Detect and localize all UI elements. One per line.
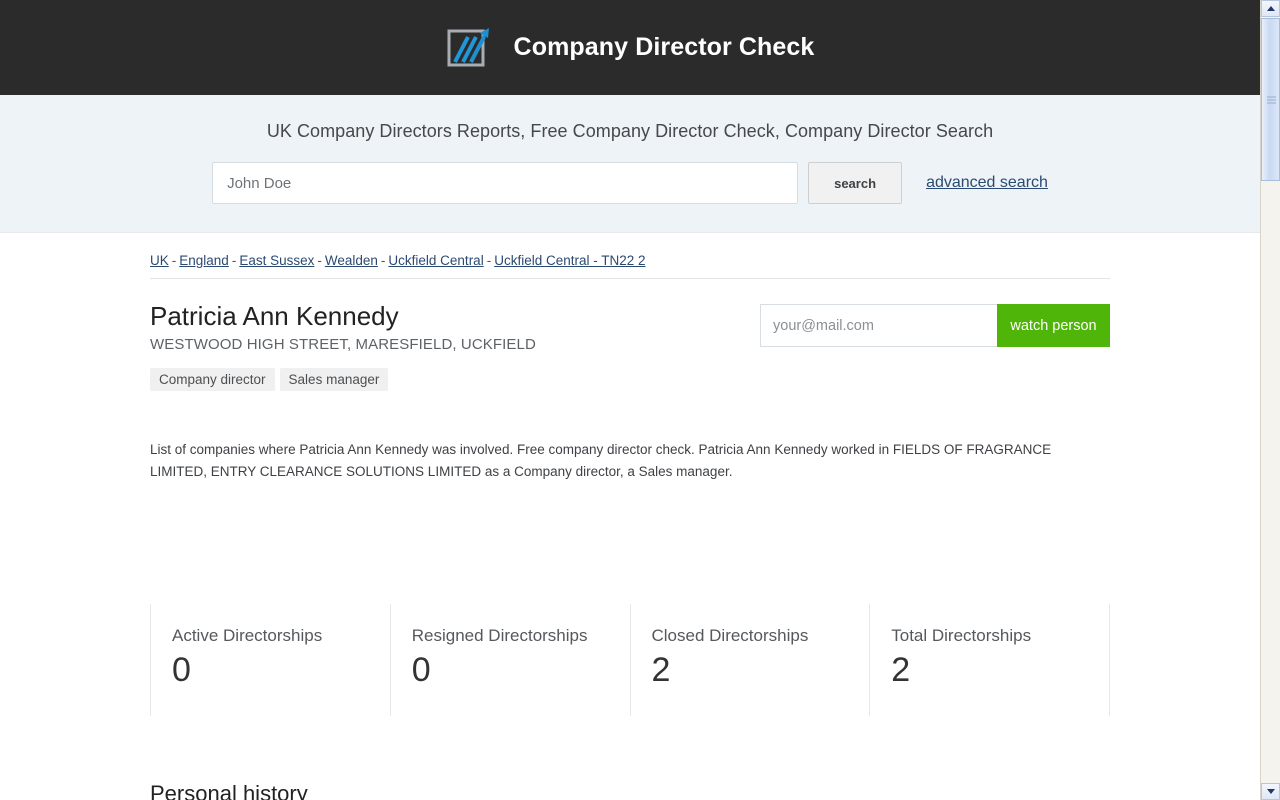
search-button[interactable]: search bbox=[808, 162, 903, 204]
breadcrumb-separator: - bbox=[380, 253, 386, 268]
vertical-scrollbar[interactable] bbox=[1260, 0, 1280, 800]
stat-value: 2 bbox=[891, 650, 911, 689]
stat-value: 0 bbox=[411, 650, 431, 689]
stat-card-resigned-directorships: Resigned Directorships 0 bbox=[389, 603, 630, 716]
person-details: Patricia Ann Kennedy WESTWOOD HIGH STREE… bbox=[150, 301, 760, 391]
breadcrumb-item-east-sussex[interactable]: East Sussex bbox=[239, 253, 314, 268]
role-tag-sales-manager: Sales manager bbox=[279, 367, 389, 391]
search-input[interactable] bbox=[212, 162, 799, 204]
stat-card-closed-directorships: Closed Directorships 2 bbox=[629, 603, 870, 716]
person-description: List of companies where Patricia Ann Ken… bbox=[150, 441, 1052, 479]
site-title: Company Director Check bbox=[513, 33, 815, 61]
advanced-search-link[interactable]: advanced search bbox=[926, 162, 1048, 204]
stat-label: Resigned Directorships bbox=[411, 625, 588, 645]
page-content: Company Director Check UK Company Direct… bbox=[0, 0, 1260, 800]
search-row: search advanced search bbox=[0, 162, 1260, 204]
stat-value: 0 bbox=[172, 650, 191, 689]
chart-arrow-logo-icon bbox=[447, 27, 489, 66]
watch-person-widget: watch person bbox=[760, 304, 1110, 347]
watch-email-input[interactable] bbox=[760, 304, 997, 347]
scrollbar-thumb[interactable] bbox=[1261, 18, 1280, 181]
scroll-up-arrow-icon[interactable] bbox=[1261, 0, 1280, 17]
breadcrumb-separator: - bbox=[231, 253, 237, 268]
breadcrumb-separator: - bbox=[317, 253, 322, 268]
stat-card-total-directorships: Total Directorships 2 bbox=[869, 603, 1109, 716]
site-header: Company Director Check bbox=[0, 0, 1260, 95]
breadcrumb-item-uckfield-central[interactable]: Uckfield Central bbox=[388, 253, 483, 268]
breadcrumb-separator: - bbox=[486, 253, 492, 268]
stat-label: Total Directorships bbox=[891, 625, 1032, 645]
scroll-down-arrow-icon[interactable] bbox=[1261, 783, 1280, 800]
breadcrumb-item-uckfield-central-tn22-2[interactable]: Uckfield Central - TN22 2 bbox=[494, 253, 645, 268]
breadcrumb-separator: - bbox=[171, 253, 177, 268]
main-container: UK - England - East Sussex - Wealden - Uckfield … bbox=[150, 233, 1110, 800]
person-role-tags: Company director Sales manager bbox=[150, 367, 760, 391]
stat-label: Closed Directorships bbox=[651, 625, 809, 645]
breadcrumb: UK - England - East Sussex - Wealden - Uckfield … bbox=[150, 233, 1110, 279]
stat-label: Active Directorships bbox=[172, 625, 323, 645]
scrollbar-grip-icon bbox=[1267, 96, 1276, 103]
breadcrumb-item-wealden[interactable]: Wealden bbox=[325, 253, 378, 268]
person-address: WESTWOOD HIGH STREET, MARESFIELD, UCKFIE… bbox=[150, 335, 536, 353]
brand[interactable]: Company Director Check bbox=[446, 25, 815, 71]
stat-value: 2 bbox=[651, 650, 671, 689]
directorship-stats: Active Directorships 0 Resigned Director… bbox=[150, 603, 1110, 716]
person-header-block: Patricia Ann Kennedy WESTWOOD HIGH STREE… bbox=[150, 279, 1110, 391]
page-title: Patricia Ann Kennedy bbox=[150, 301, 399, 331]
role-tag-company-director: Company director bbox=[150, 367, 275, 391]
stat-card-active-directorships: Active Directorships 0 bbox=[150, 603, 390, 716]
watch-person-button[interactable]: watch person bbox=[997, 304, 1110, 347]
breadcrumb-item-england[interactable]: England bbox=[179, 253, 229, 268]
personal-history-heading: Personal history bbox=[150, 780, 308, 800]
browser-viewport: Company Director Check UK Company Direct… bbox=[0, 0, 1280, 800]
search-tagline: UK Company Directors Reports, Free Compa… bbox=[266, 121, 994, 141]
chevron-up-icon bbox=[1266, 6, 1275, 11]
breadcrumb-item-uk[interactable]: UK bbox=[150, 253, 169, 268]
search-band: UK Company Directors Reports, Free Compa… bbox=[0, 95, 1260, 233]
chevron-down-icon bbox=[1266, 789, 1275, 794]
